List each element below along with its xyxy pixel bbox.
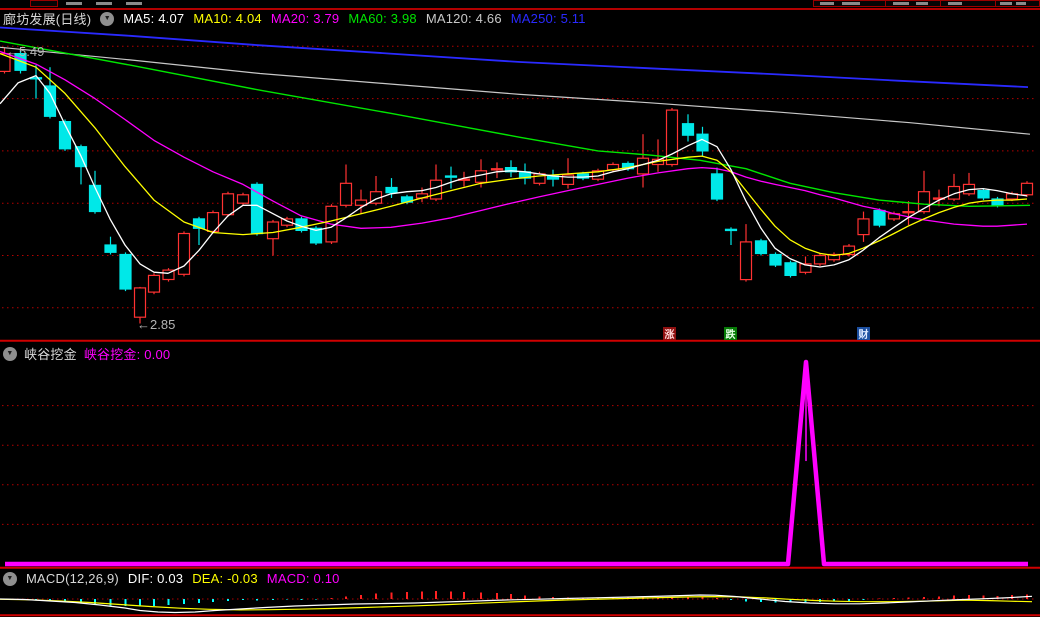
ma20-label: MA20: 3.79 bbox=[270, 11, 340, 26]
toolbar-fragment[interactable] bbox=[30, 0, 58, 7]
indicator-name: 峡谷挖金 bbox=[24, 347, 77, 362]
chevron-down-icon[interactable]: ▼ bbox=[3, 571, 17, 586]
stock-title: 廊坊发展(日线) bbox=[3, 12, 92, 27]
ma60-label: MA60: 3.98 bbox=[348, 11, 417, 26]
ma5-label: MA5: 4.07 bbox=[123, 11, 185, 26]
dif-label: DIF: 0.03 bbox=[127, 571, 184, 586]
indicator-value-label: 峡谷挖金: 0.00 bbox=[83, 347, 171, 362]
macd-name: MACD(12,26,9) bbox=[26, 571, 119, 586]
marker-wealth-icon[interactable]: 财 bbox=[857, 327, 870, 341]
chevron-down-icon[interactable]: ▼ bbox=[100, 11, 115, 26]
toolbar-glyph-artifact bbox=[842, 2, 860, 5]
indicator-panel-canvas[interactable] bbox=[2, 359, 1037, 567]
toolbar-glyph-artifact bbox=[96, 2, 112, 5]
toolbar-glyph-artifact bbox=[948, 2, 962, 5]
main-chart-header: 廊坊发展(日线) ▼ MA5: 4.07 MA10: 4.04 MA20: 3.… bbox=[3, 9, 586, 28]
macd-panel-header: ▼ MACD(12,26,9) DIF: 0.03 DEA: -0.03 MAC… bbox=[3, 571, 340, 586]
high-price-label: ←5.49 bbox=[6, 44, 45, 59]
toolbar-glyph-artifact bbox=[893, 2, 909, 5]
chevron-down-icon[interactable]: ▼ bbox=[3, 346, 17, 361]
marker-fall-icon[interactable]: 跌 bbox=[724, 327, 737, 341]
low-price-label: ←2.85 bbox=[137, 317, 176, 332]
indicator-panel-header: ▼ 峡谷挖金 峡谷挖金: 0.00 bbox=[3, 344, 170, 363]
toolbar-glyph-artifact bbox=[1000, 2, 1012, 5]
main-price-panel[interactable] bbox=[0, 26, 1037, 324]
toolbar-glyph-artifact bbox=[820, 2, 834, 5]
toolbar-glyph-artifact bbox=[126, 2, 142, 5]
ma250-label: MA250: 5.11 bbox=[510, 11, 586, 26]
macd-label: MACD: 0.10 bbox=[266, 571, 340, 586]
ma10-label: MA10: 4.04 bbox=[193, 11, 262, 26]
marker-rise-icon[interactable]: 涨 bbox=[663, 327, 676, 341]
toolbar-glyph-artifact bbox=[1016, 2, 1026, 5]
toolbar-glyph-artifact bbox=[916, 2, 928, 5]
ma120-label: MA120: 4.66 bbox=[425, 11, 502, 26]
dea-label: DEA: -0.03 bbox=[192, 571, 258, 586]
macd-panel-canvas[interactable] bbox=[0, 591, 1037, 614]
chart-canvas[interactable] bbox=[0, 0, 1040, 617]
toolbar-glyph-artifact bbox=[66, 2, 82, 5]
